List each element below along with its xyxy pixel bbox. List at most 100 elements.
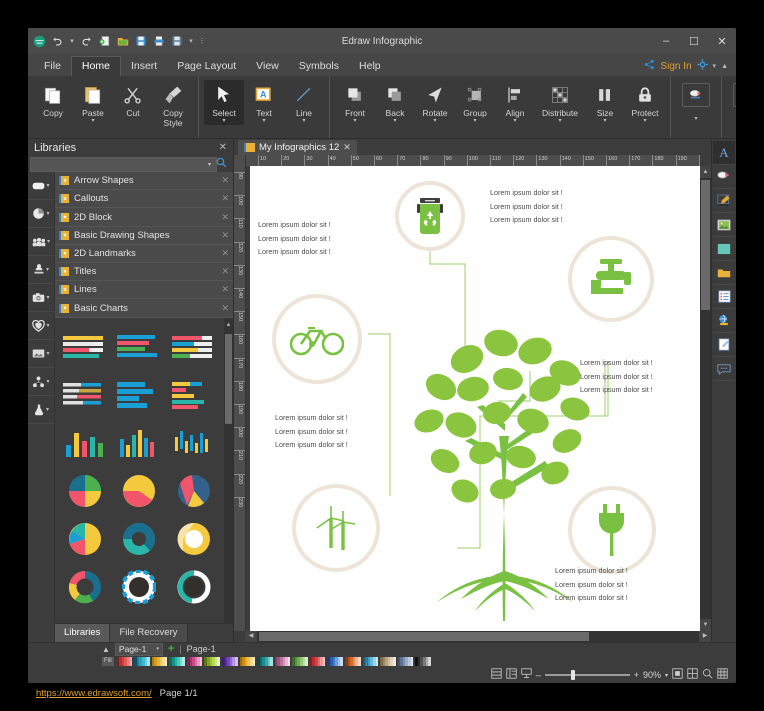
maximize-button[interactable]: ☐ (680, 28, 708, 54)
menu-item-file[interactable]: File (34, 57, 71, 76)
paste-button[interactable]: Paste ▾ (73, 80, 113, 125)
two-page-view-icon[interactable] (506, 668, 517, 682)
save-as-icon[interactable] (169, 34, 184, 49)
vertical-ruler[interactable]: 90 100 110 120 130 140 150 160 170 180 190 200 210 22… (234, 166, 246, 631)
page-select[interactable]: Page-1 ▾ (114, 642, 163, 656)
zoom-in-button[interactable]: + (634, 670, 639, 680)
scroll-up-icon[interactable]: ▲ (224, 320, 233, 330)
distribute-button[interactable]: Distribute ▾ (535, 80, 585, 125)
remove-library-icon[interactable]: ✕ (221, 175, 229, 186)
image-library-icon[interactable]: ▾ (28, 340, 54, 369)
menu-item-page-layout[interactable]: Page Layout (167, 57, 246, 76)
menu-item-symbols[interactable]: Symbols (289, 57, 349, 76)
copy-style-button[interactable]: Copy Style (153, 80, 193, 128)
chevron-up-icon[interactable]: ▲ (102, 645, 110, 654)
shape-thumb-column-1[interactable] (59, 420, 111, 466)
menu-item-help[interactable]: Help (349, 57, 391, 76)
shape-thumb-donut-6[interactable] (59, 612, 111, 623)
app-logo-icon[interactable] (32, 34, 47, 49)
customize-qat-icon[interactable]: ⋮ (198, 37, 206, 45)
library-item-titles[interactable]: Titles ✕ (55, 263, 233, 282)
distribute-dropdown-caret[interactable]: ▾ (558, 118, 561, 125)
remove-library-icon[interactable]: ✕ (221, 284, 229, 295)
library-item-basic-drawing-shapes[interactable]: Basic Drawing Shapes ✕ (55, 227, 233, 245)
library-item-lines[interactable]: Lines ✕ (55, 281, 233, 300)
shape-thumb-donut-4[interactable] (113, 564, 165, 610)
document-page[interactable]: Lorem ipsum dolor sit ! Lorem ipsum dolo… (250, 166, 700, 631)
basic-shapes-icon[interactable]: ▾ (28, 172, 54, 201)
text-mid-right[interactable]: Lorem ipsum dolor sit ! Lorem ipsum dolo… (580, 356, 653, 397)
close-button[interactable]: ✕ (708, 28, 736, 54)
remove-library-icon[interactable]: ✕ (221, 193, 229, 204)
org-tree-icon[interactable]: ▾ (28, 368, 54, 397)
menu-item-view[interactable]: View (246, 57, 289, 76)
undo-dropdown-caret[interactable]: ▾ (68, 37, 76, 45)
select-button[interactable]: Select ▾ (204, 80, 244, 125)
shape-thumb-bar-4[interactable] (59, 372, 111, 418)
shape-thumb-pie-1[interactable] (59, 468, 111, 514)
list-panel-icon[interactable] (713, 285, 735, 309)
back-button[interactable]: Back ▾ (375, 80, 415, 125)
remove-library-icon[interactable]: ✕ (221, 230, 229, 241)
gallery-scrollbar[interactable]: ▲ (224, 317, 233, 623)
presentation-icon[interactable]: ▾ (28, 256, 54, 285)
library-item-2d-block[interactable]: 2D Block ✕ (55, 208, 233, 227)
scroll-up-icon[interactable]: ▲ (700, 166, 711, 178)
align-button[interactable]: Align ▾ (495, 80, 535, 125)
shape-thumb-column-2[interactable] (113, 420, 165, 466)
select-dropdown-caret[interactable]: ▾ (222, 118, 225, 125)
photo-icon[interactable]: ▾ (28, 284, 54, 313)
hyperlink-icon[interactable] (713, 309, 735, 333)
text-top-right[interactable]: Lorem ipsum dolor sit ! Lorem ipsum dolo… (490, 186, 563, 227)
scrollbar-thumb[interactable] (259, 631, 589, 641)
fit-page-icon[interactable] (672, 668, 683, 682)
close-icon[interactable]: ✕ (343, 142, 351, 153)
rotate-dropdown-caret[interactable]: ▾ (433, 118, 436, 125)
wind-turbine-node[interactable] (292, 484, 380, 572)
shape-thumb-donut-8[interactable] (168, 612, 220, 623)
picture-panel-icon[interactable] (713, 213, 735, 237)
find-button[interactable]: ▾ (727, 80, 736, 123)
open-icon[interactable] (115, 34, 130, 49)
color-palette-strip[interactable] (116, 657, 736, 667)
charts-icon[interactable]: ▾ (28, 200, 54, 229)
bicycle-node[interactable] (272, 294, 362, 384)
remove-library-icon[interactable]: ✕ (221, 303, 229, 314)
gear-icon[interactable] (696, 59, 708, 73)
share-icon[interactable] (644, 59, 655, 73)
heart-icon[interactable]: ▾ (28, 312, 54, 341)
group-button[interactable]: Group ▾ (455, 80, 495, 125)
shape-thumb-donut-3[interactable] (59, 564, 111, 610)
color-swatch-icon[interactable] (713, 237, 735, 261)
size-button[interactable]: Size ▾ (585, 80, 625, 125)
library-item-callouts[interactable]: Callouts ✕ (55, 190, 233, 209)
horizontal-ruler[interactable]: 10 20 30 40 50 60 70 80 90 100 110 120 130 140 150 160 1… (246, 155, 700, 166)
save-icon[interactable] (133, 34, 148, 49)
scrollbar-thumb[interactable] (701, 180, 710, 310)
document-tab[interactable]: My Infographics 12 ✕ (238, 139, 357, 155)
text-mid-left[interactable]: Lorem ipsum dolor sit ! Lorem ipsum dolo… (275, 411, 348, 452)
scroll-left-icon[interactable]: ◀ (245, 630, 257, 642)
shape-thumb-bar-2[interactable] (113, 324, 165, 370)
page-tab-page-1[interactable]: Page-1 (187, 644, 216, 654)
shape-thumb-bar-1[interactable] (59, 324, 111, 370)
library-item-basic-charts[interactable]: Basic Charts ✕ (55, 299, 233, 318)
remove-library-icon[interactable]: ✕ (221, 212, 229, 223)
front-button[interactable]: Front ▾ (335, 80, 375, 125)
shape-thumb-bar-5[interactable] (113, 372, 165, 418)
canvas-horizontal-scrollbar[interactable]: ◀ ▶ (245, 630, 711, 642)
zoom-slider[interactable] (544, 670, 630, 681)
undo-icon[interactable] (50, 34, 65, 49)
comment-icon[interactable] (713, 357, 735, 381)
shape-thumb-donut-1[interactable] (113, 516, 165, 562)
shape-thumb-donut-7[interactable] (113, 612, 165, 623)
save-as-dropdown-caret[interactable]: ▾ (187, 37, 195, 45)
palette-swatch[interactable] (428, 657, 431, 667)
rotate-button[interactable]: Rotate ▾ (415, 80, 455, 125)
remove-library-icon[interactable]: ✕ (221, 248, 229, 259)
tab-file-recovery[interactable]: File Recovery (110, 623, 188, 642)
close-icon[interactable]: ✕ (219, 142, 227, 153)
text-panel-icon[interactable]: A (713, 141, 735, 165)
zoom-out-button[interactable]: – (536, 670, 541, 680)
library-item-2d-landmarks[interactable]: 2D Landmarks ✕ (55, 245, 233, 264)
